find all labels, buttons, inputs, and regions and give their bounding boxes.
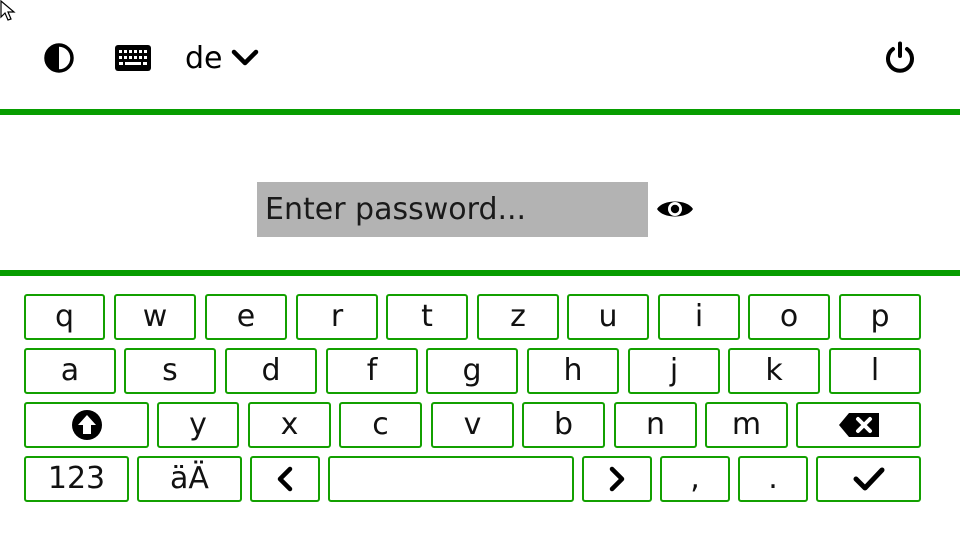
enter-key[interactable] <box>816 456 921 502</box>
key-e[interactable]: e <box>205 294 287 340</box>
period-key[interactable]: . <box>738 456 808 502</box>
key-f[interactable]: f <box>326 348 418 394</box>
key-l[interactable]: l <box>829 348 921 394</box>
eye-icon <box>657 201 693 217</box>
backspace-key[interactable] <box>796 402 921 448</box>
layout-label: de <box>185 40 223 76</box>
contrast-icon <box>44 43 74 73</box>
key-n[interactable]: n <box>614 402 697 448</box>
cursor-left-key[interactable] <box>250 456 320 502</box>
key-k[interactable]: k <box>728 348 820 394</box>
show-password-button[interactable] <box>656 194 694 224</box>
chevron-down-icon <box>231 49 258 66</box>
key-b[interactable]: b <box>522 402 605 448</box>
shift-key[interactable] <box>24 402 149 448</box>
key-o[interactable]: o <box>748 294 830 340</box>
cursor-right-key[interactable] <box>582 456 652 502</box>
space-key[interactable] <box>328 456 574 502</box>
backspace-icon <box>838 413 879 437</box>
arrow-right-icon <box>609 466 625 492</box>
key-r[interactable]: r <box>296 294 378 340</box>
key-p[interactable]: p <box>839 294 921 340</box>
password-input[interactable]: Enter password... <box>257 182 648 237</box>
keyboard-layout-dropdown[interactable]: de <box>185 38 259 78</box>
key-i[interactable]: i <box>658 294 740 340</box>
key-c[interactable]: c <box>339 402 422 448</box>
key-h[interactable]: h <box>527 348 619 394</box>
checkmark-icon <box>853 467 884 491</box>
password-placeholder: Enter password... <box>265 192 527 227</box>
key-y[interactable]: y <box>157 402 239 448</box>
key-j[interactable]: j <box>628 348 720 394</box>
key-w[interactable]: w <box>114 294 196 340</box>
key-z[interactable]: z <box>477 294 559 340</box>
keyboard-toggle-button[interactable] <box>112 40 154 76</box>
keyboard-icon <box>115 45 151 71</box>
keyboard-divider <box>0 270 960 276</box>
top-divider <box>0 109 960 115</box>
key-q[interactable]: q <box>24 294 105 340</box>
cursor-icon <box>0 0 16 21</box>
key-a[interactable]: a <box>24 348 116 394</box>
key-g[interactable]: g <box>426 348 518 394</box>
key-t[interactable]: t <box>386 294 468 340</box>
arrow-left-icon <box>277 466 293 492</box>
umlaut-key[interactable]: äÄ <box>137 456 242 502</box>
key-s[interactable]: s <box>124 348 216 394</box>
shift-icon <box>71 410 102 440</box>
key-d[interactable]: d <box>225 348 317 394</box>
key-m[interactable]: m <box>705 402 788 448</box>
numbers-key[interactable]: 123 <box>24 456 129 502</box>
contrast-toggle-button[interactable] <box>42 40 76 76</box>
key-v[interactable]: v <box>431 402 514 448</box>
key-u[interactable]: u <box>567 294 649 340</box>
key-x[interactable]: x <box>248 402 331 448</box>
comma-key[interactable]: , <box>660 456 730 502</box>
power-icon <box>886 41 914 73</box>
power-button[interactable] <box>880 38 920 78</box>
